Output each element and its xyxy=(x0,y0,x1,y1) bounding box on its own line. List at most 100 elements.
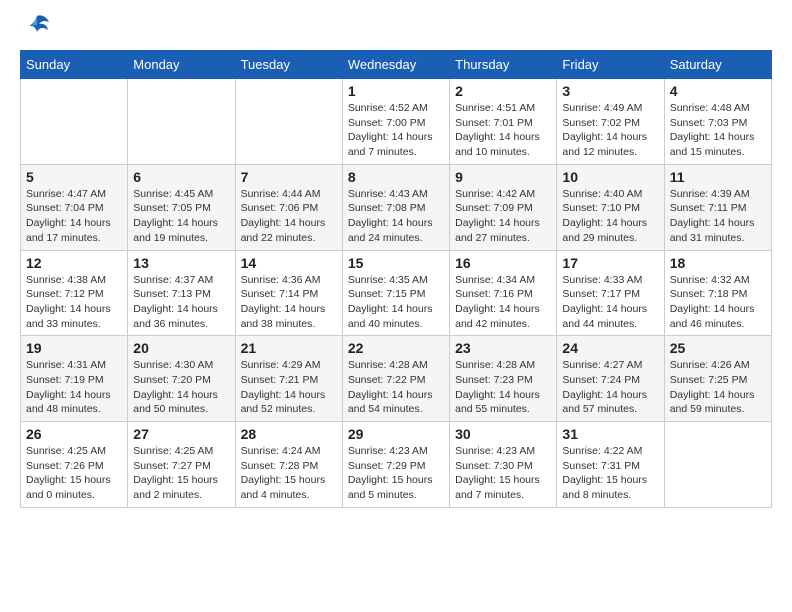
day-number: 10 xyxy=(562,169,658,185)
calendar-cell: 22 Sunrise: 4:28 AM Sunset: 7:22 PM Dayli… xyxy=(342,336,449,422)
calendar-cell: 2 Sunrise: 4:51 AM Sunset: 7:01 PM Daylig… xyxy=(450,79,557,165)
day-number: 18 xyxy=(670,255,766,271)
weekday-header-tuesday: Tuesday xyxy=(235,51,342,79)
day-info: Sunrise: 4:35 AM Sunset: 7:15 PM Dayligh… xyxy=(348,273,444,332)
weekday-header-saturday: Saturday xyxy=(664,51,771,79)
day-number: 30 xyxy=(455,426,551,442)
day-number: 25 xyxy=(670,340,766,356)
calendar-cell: 17 Sunrise: 4:33 AM Sunset: 7:17 PM Dayli… xyxy=(557,250,664,336)
day-info: Sunrise: 4:36 AM Sunset: 7:14 PM Dayligh… xyxy=(241,273,337,332)
day-number: 2 xyxy=(455,83,551,99)
day-info: Sunrise: 4:28 AM Sunset: 7:22 PM Dayligh… xyxy=(348,358,444,417)
day-info: Sunrise: 4:38 AM Sunset: 7:12 PM Dayligh… xyxy=(26,273,122,332)
day-info: Sunrise: 4:23 AM Sunset: 7:30 PM Dayligh… xyxy=(455,444,551,503)
day-info: Sunrise: 4:27 AM Sunset: 7:24 PM Dayligh… xyxy=(562,358,658,417)
day-info: Sunrise: 4:43 AM Sunset: 7:08 PM Dayligh… xyxy=(348,187,444,246)
calendar-cell: 10 Sunrise: 4:40 AM Sunset: 7:10 PM Dayli… xyxy=(557,164,664,250)
calendar-cell: 21 Sunrise: 4:29 AM Sunset: 7:21 PM Dayli… xyxy=(235,336,342,422)
calendar-cell: 11Sunrise: 4:39 AM Sunset: 7:11 PM Dayli… xyxy=(664,164,771,250)
day-number: 17 xyxy=(562,255,658,271)
calendar-cell xyxy=(664,422,771,508)
calendar-week-row: 12 Sunrise: 4:38 AM Sunset: 7:12 PM Dayli… xyxy=(21,250,772,336)
calendar-cell: 5 Sunrise: 4:47 AM Sunset: 7:04 PM Daylig… xyxy=(21,164,128,250)
weekday-header-sunday: Sunday xyxy=(21,51,128,79)
day-number: 7 xyxy=(241,169,337,185)
day-info: Sunrise: 4:25 AM Sunset: 7:27 PM Dayligh… xyxy=(133,444,229,503)
day-number: 16 xyxy=(455,255,551,271)
day-number: 14 xyxy=(241,255,337,271)
day-number: 26 xyxy=(26,426,122,442)
day-info: Sunrise: 4:47 AM Sunset: 7:04 PM Dayligh… xyxy=(26,187,122,246)
calendar-cell: 8 Sunrise: 4:43 AM Sunset: 7:08 PM Daylig… xyxy=(342,164,449,250)
day-number: 21 xyxy=(241,340,337,356)
calendar-cell: 6Sunrise: 4:45 AM Sunset: 7:05 PM Daylig… xyxy=(128,164,235,250)
weekday-header-monday: Monday xyxy=(128,51,235,79)
calendar-week-row: 26 Sunrise: 4:25 AM Sunset: 7:26 PM Dayli… xyxy=(21,422,772,508)
day-info: Sunrise: 4:51 AM Sunset: 7:01 PM Dayligh… xyxy=(455,101,551,160)
calendar-cell: 15 Sunrise: 4:35 AM Sunset: 7:15 PM Dayli… xyxy=(342,250,449,336)
day-number: 22 xyxy=(348,340,444,356)
day-info: Sunrise: 4:28 AM Sunset: 7:23 PM Dayligh… xyxy=(455,358,551,417)
weekday-header-friday: Friday xyxy=(557,51,664,79)
calendar-cell: 30 Sunrise: 4:23 AM Sunset: 7:30 PM Dayli… xyxy=(450,422,557,508)
day-info: Sunrise: 4:29 AM Sunset: 7:21 PM Dayligh… xyxy=(241,358,337,417)
day-number: 5 xyxy=(26,169,122,185)
day-info: Sunrise: 4:44 AM Sunset: 7:06 PM Dayligh… xyxy=(241,187,337,246)
day-number: 1 xyxy=(348,83,444,99)
day-info: Sunrise: 4:30 AM Sunset: 7:20 PM Dayligh… xyxy=(133,358,229,417)
weekday-header-row: SundayMondayTuesdayWednesdayThursdayFrid… xyxy=(21,51,772,79)
calendar-cell: 9 Sunrise: 4:42 AM Sunset: 7:09 PM Daylig… xyxy=(450,164,557,250)
day-number: 27 xyxy=(133,426,229,442)
calendar-cell xyxy=(128,79,235,165)
calendar-cell: 13 Sunrise: 4:37 AM Sunset: 7:13 PM Dayli… xyxy=(128,250,235,336)
day-info: Sunrise: 4:22 AM Sunset: 7:31 PM Dayligh… xyxy=(562,444,658,503)
logo xyxy=(20,20,51,40)
day-number: 31 xyxy=(562,426,658,442)
day-info: Sunrise: 4:49 AM Sunset: 7:02 PM Dayligh… xyxy=(562,101,658,160)
calendar-cell: 16 Sunrise: 4:34 AM Sunset: 7:16 PM Dayli… xyxy=(450,250,557,336)
day-number: 29 xyxy=(348,426,444,442)
weekday-header-wednesday: Wednesday xyxy=(342,51,449,79)
day-info: Sunrise: 4:37 AM Sunset: 7:13 PM Dayligh… xyxy=(133,273,229,332)
calendar-cell: 31 Sunrise: 4:22 AM Sunset: 7:31 PM Dayli… xyxy=(557,422,664,508)
day-info: Sunrise: 4:25 AM Sunset: 7:26 PM Dayligh… xyxy=(26,444,122,503)
calendar-cell: 3 Sunrise: 4:49 AM Sunset: 7:02 PM Daylig… xyxy=(557,79,664,165)
calendar-cell: 18Sunrise: 4:32 AM Sunset: 7:18 PM Dayli… xyxy=(664,250,771,336)
calendar-cell: 26 Sunrise: 4:25 AM Sunset: 7:26 PM Dayli… xyxy=(21,422,128,508)
day-info: Sunrise: 4:39 AM Sunset: 7:11 PM Dayligh… xyxy=(670,187,766,246)
calendar-week-row: 19 Sunrise: 4:31 AM Sunset: 7:19 PM Dayli… xyxy=(21,336,772,422)
day-info: Sunrise: 4:33 AM Sunset: 7:17 PM Dayligh… xyxy=(562,273,658,332)
calendar-cell: 27 Sunrise: 4:25 AM Sunset: 7:27 PM Dayli… xyxy=(128,422,235,508)
calendar-cell xyxy=(21,79,128,165)
day-info: Sunrise: 4:23 AM Sunset: 7:29 PM Dayligh… xyxy=(348,444,444,503)
day-number: 20 xyxy=(133,340,229,356)
calendar-week-row: 5 Sunrise: 4:47 AM Sunset: 7:04 PM Daylig… xyxy=(21,164,772,250)
calendar-cell: 23 Sunrise: 4:28 AM Sunset: 7:23 PM Dayli… xyxy=(450,336,557,422)
day-info: Sunrise: 4:52 AM Sunset: 7:00 PM Dayligh… xyxy=(348,101,444,160)
calendar-cell: 19 Sunrise: 4:31 AM Sunset: 7:19 PM Dayli… xyxy=(21,336,128,422)
day-number: 19 xyxy=(26,340,122,356)
calendar-cell: 12 Sunrise: 4:38 AM Sunset: 7:12 PM Dayli… xyxy=(21,250,128,336)
day-number: 6 xyxy=(133,169,229,185)
day-info: Sunrise: 4:24 AM Sunset: 7:28 PM Dayligh… xyxy=(241,444,337,503)
calendar-cell: 1 Sunrise: 4:52 AM Sunset: 7:00 PM Daylig… xyxy=(342,79,449,165)
calendar-cell: 29 Sunrise: 4:23 AM Sunset: 7:29 PM Dayli… xyxy=(342,422,449,508)
day-info: Sunrise: 4:34 AM Sunset: 7:16 PM Dayligh… xyxy=(455,273,551,332)
calendar-table: SundayMondayTuesdayWednesdayThursdayFrid… xyxy=(20,50,772,508)
day-number: 12 xyxy=(26,255,122,271)
day-number: 23 xyxy=(455,340,551,356)
day-number: 8 xyxy=(348,169,444,185)
calendar-week-row: 1 Sunrise: 4:52 AM Sunset: 7:00 PM Daylig… xyxy=(21,79,772,165)
day-number: 9 xyxy=(455,169,551,185)
day-number: 15 xyxy=(348,255,444,271)
day-number: 3 xyxy=(562,83,658,99)
page-header xyxy=(20,20,772,40)
day-info: Sunrise: 4:42 AM Sunset: 7:09 PM Dayligh… xyxy=(455,187,551,246)
calendar-cell xyxy=(235,79,342,165)
day-info: Sunrise: 4:40 AM Sunset: 7:10 PM Dayligh… xyxy=(562,187,658,246)
calendar-cell: 14 Sunrise: 4:36 AM Sunset: 7:14 PM Dayli… xyxy=(235,250,342,336)
day-info: Sunrise: 4:31 AM Sunset: 7:19 PM Dayligh… xyxy=(26,358,122,417)
calendar-cell: 7 Sunrise: 4:44 AM Sunset: 7:06 PM Daylig… xyxy=(235,164,342,250)
day-number: 28 xyxy=(241,426,337,442)
day-number: 13 xyxy=(133,255,229,271)
